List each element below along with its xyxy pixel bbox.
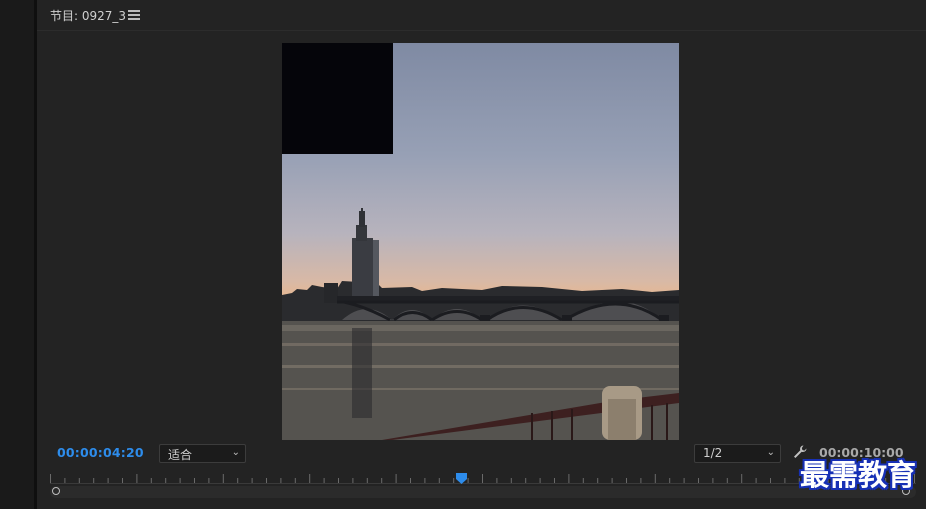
playback-resolution-value: 1/2 xyxy=(703,446,723,460)
playhead-icon[interactable] xyxy=(455,473,467,484)
time-ruler[interactable] xyxy=(50,470,916,484)
panel-header xyxy=(37,0,926,31)
chevron-down-icon: ⌄ xyxy=(231,447,240,458)
zoom-level-select[interactable]: 适合 ⌄ xyxy=(159,444,246,463)
panel-title[interactable]: 节目: 0927_3 xyxy=(50,7,126,24)
chevron-down-icon: ⌄ xyxy=(766,447,775,458)
left-panel-edge xyxy=(0,0,34,509)
scrollbar-left-handle[interactable] xyxy=(52,487,60,495)
hamburger-menu-icon[interactable] xyxy=(128,8,140,20)
zoom-level-value: 适合 xyxy=(168,448,193,462)
watermark-logo: 最需教育 xyxy=(800,458,917,492)
black-square-overlay xyxy=(282,43,393,154)
playback-resolution-select[interactable]: 1/2 ⌄ xyxy=(694,444,781,463)
zoom-scrollbar[interactable] xyxy=(50,486,916,498)
program-monitor-viewer[interactable] xyxy=(282,43,679,440)
current-timecode[interactable]: 00:00:04:20 xyxy=(57,445,144,460)
